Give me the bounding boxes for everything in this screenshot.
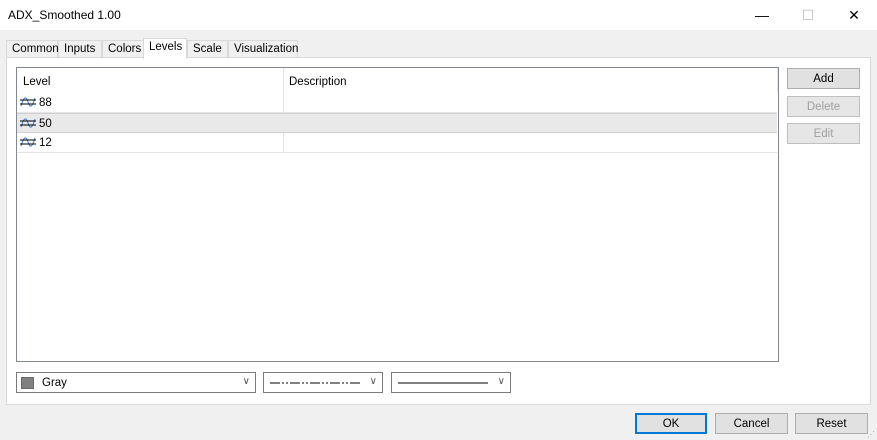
color-label: Gray <box>42 377 67 389</box>
chevron-down-icon: ∨ <box>369 376 377 387</box>
level-value: 12 <box>39 137 52 149</box>
tab-levels[interactable]: Levels <box>143 38 187 59</box>
chevron-down-icon: ∨ <box>497 376 505 387</box>
level-value: 88 <box>39 97 52 109</box>
ok-button[interactable]: OK <box>635 413 707 434</box>
close-button[interactable]: ✕ <box>831 0 877 30</box>
column-divider <box>777 68 778 93</box>
dash-dot-line-icon <box>270 382 360 384</box>
minimize-button[interactable]: — <box>739 0 785 30</box>
edit-button[interactable]: Edit <box>787 123 860 144</box>
column-header-level[interactable]: Level <box>17 68 283 93</box>
column-header-description[interactable]: Description <box>283 68 777 93</box>
add-button[interactable]: Add <box>787 68 860 89</box>
level-icon <box>20 137 36 147</box>
table-row[interactable]: 12 <box>17 133 777 153</box>
line-width-select[interactable]: ∨ <box>391 372 511 393</box>
resize-grip-icon[interactable]: ⋰ <box>867 430 875 439</box>
reset-button[interactable]: Reset <box>795 413 868 434</box>
levels-list[interactable]: Level Description 88 50 12 <box>16 67 779 362</box>
line-style-select[interactable]: ∨ <box>263 372 383 393</box>
color-swatch <box>21 377 34 389</box>
chevron-down-icon: ∨ <box>242 376 250 387</box>
table-row[interactable]: 88 <box>17 93 777 113</box>
solid-line-icon <box>398 382 488 384</box>
title-bar: ADX_Smoothed 1.00 — ☐ ✕ <box>0 0 877 30</box>
maximize-button[interactable]: ☐ <box>785 0 831 30</box>
window-title: ADX_Smoothed 1.00 <box>8 8 121 22</box>
level-icon <box>20 118 36 128</box>
cancel-button[interactable]: Cancel <box>715 413 788 434</box>
color-select[interactable]: Gray ∨ <box>16 372 256 393</box>
table-row-selected[interactable]: 50 <box>17 113 777 133</box>
level-icon <box>20 97 36 107</box>
level-value: 50 <box>39 118 52 130</box>
delete-button[interactable]: Delete <box>787 96 860 117</box>
